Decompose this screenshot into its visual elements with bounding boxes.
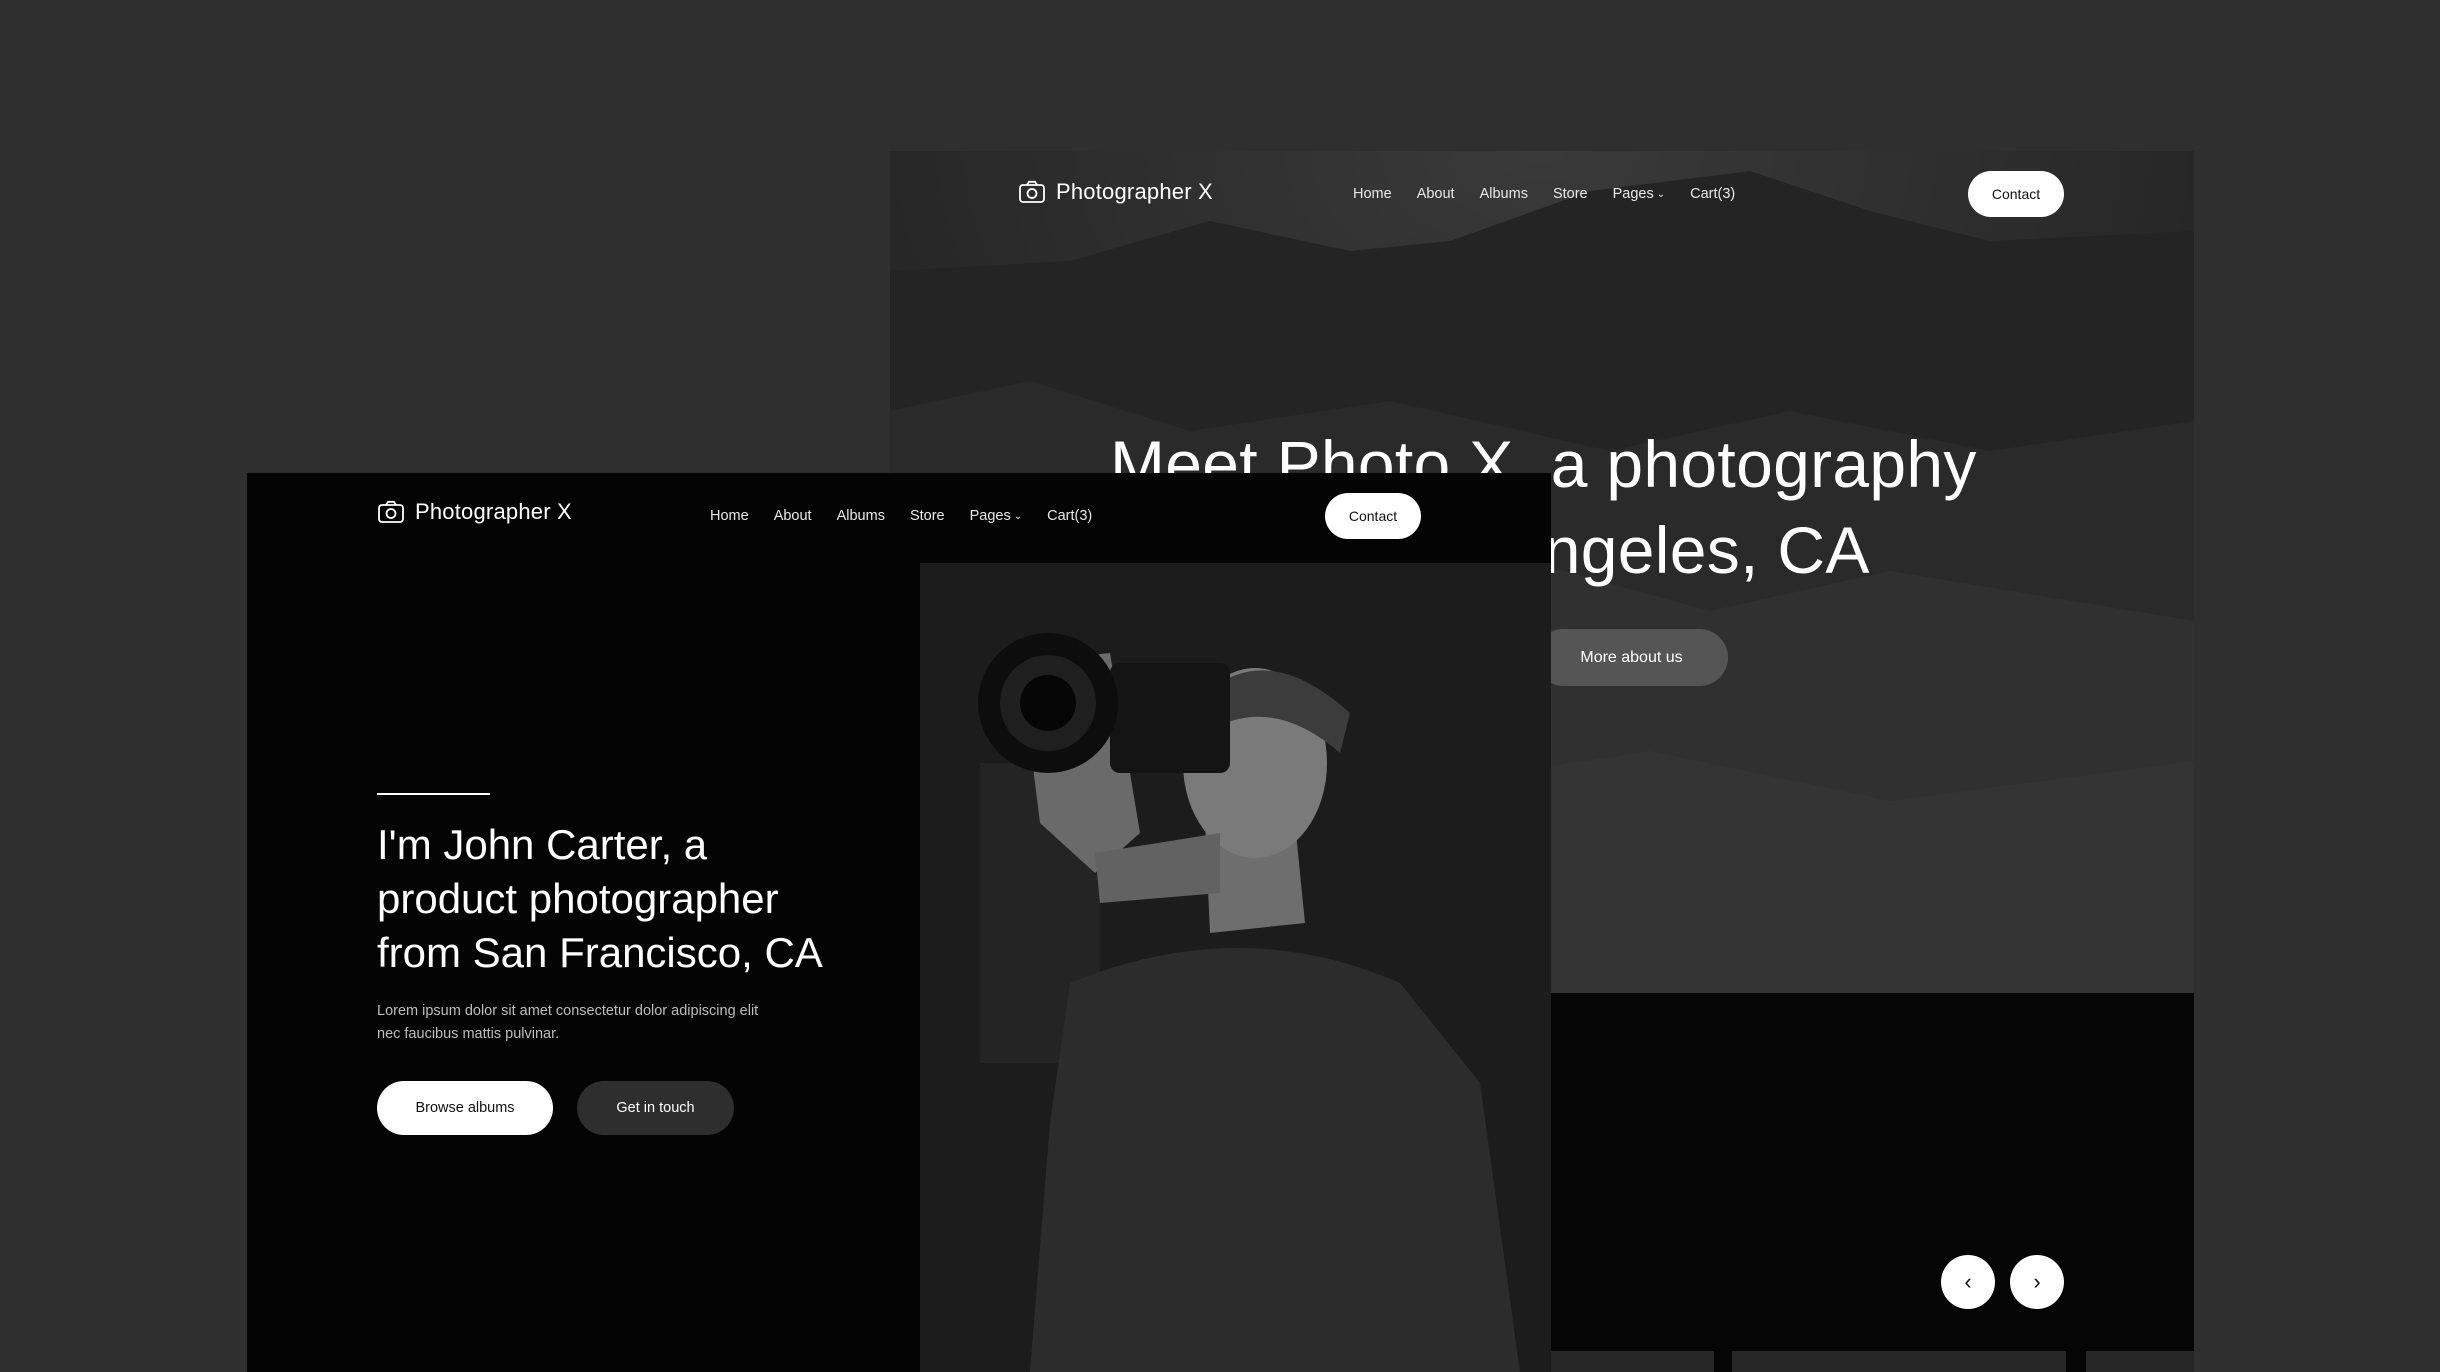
chevron-left-icon: ‹ [1964,1269,1972,1294]
back-nav-links: Home About Albums Store Pages ⌄ Cart(3) [1353,186,1735,202]
nav-home[interactable]: Home [1353,186,1392,202]
nav-store[interactable]: Store [1553,186,1588,202]
album-thumbnail[interactable] [2086,1351,2194,1372]
album-thumbnail[interactable] [1732,1351,2066,1372]
front-nav-links: Home About Albums Store Pages ⌄ Cart(3) [710,508,1092,524]
front-page-preview: Photographer X Home About Albums Store P… [247,473,1551,1372]
get-in-touch-button[interactable]: Get in touch [577,1081,734,1135]
camera-icon [378,500,404,523]
chevron-right-icon: › [2033,1269,2041,1294]
logo-text: Photographer X [415,499,572,524]
nav-albums[interactable]: Albums [837,508,885,524]
front-logo[interactable]: Photographer X [377,499,572,525]
photographer-portrait-image [920,563,1551,1372]
back-navbar: Photographer X Home About Albums Store P… [890,151,2194,241]
next-slide-button[interactable]: › [2010,1255,2064,1309]
nav-pages-label: Pages [969,508,1011,524]
contact-button[interactable]: Contact [1968,171,2064,217]
title-divider [377,793,490,795]
back-logo[interactable]: Photographer X [1018,179,1213,205]
nav-store[interactable]: Store [910,508,945,524]
browse-albums-button[interactable]: Browse albums [377,1081,553,1135]
chevron-down-icon: ⌄ [1656,188,1666,200]
logo-text: Photographer X [1056,179,1213,204]
camera-icon [1019,180,1045,203]
nav-cart[interactable]: Cart(3) [1690,186,1735,202]
prev-slide-button[interactable]: ‹ [1941,1255,1995,1309]
hero-description: Lorem ipsum dolor sit amet consectetur d… [377,1003,759,1042]
nav-pages[interactable]: Pages ⌄ [970,508,1023,524]
album-thumbnail[interactable] [1550,1351,1714,1372]
nav-about[interactable]: About [774,508,812,524]
hero-title: I'm John Carter, a product photographer … [377,821,823,976]
nav-pages[interactable]: Pages ⌄ [1613,186,1666,202]
nav-cart[interactable]: Cart(3) [1047,508,1092,524]
chevron-down-icon: ⌄ [1013,510,1023,522]
nav-home[interactable]: Home [710,508,749,524]
nav-albums[interactable]: Albums [1480,186,1528,202]
nav-pages-label: Pages [1612,186,1654,202]
contact-button[interactable]: Contact [1325,493,1421,539]
more-about-us-button[interactable]: More about us [1535,629,1728,686]
nav-about[interactable]: About [1417,186,1455,202]
front-navbar: Photographer X Home About Albums Store P… [247,473,1551,563]
